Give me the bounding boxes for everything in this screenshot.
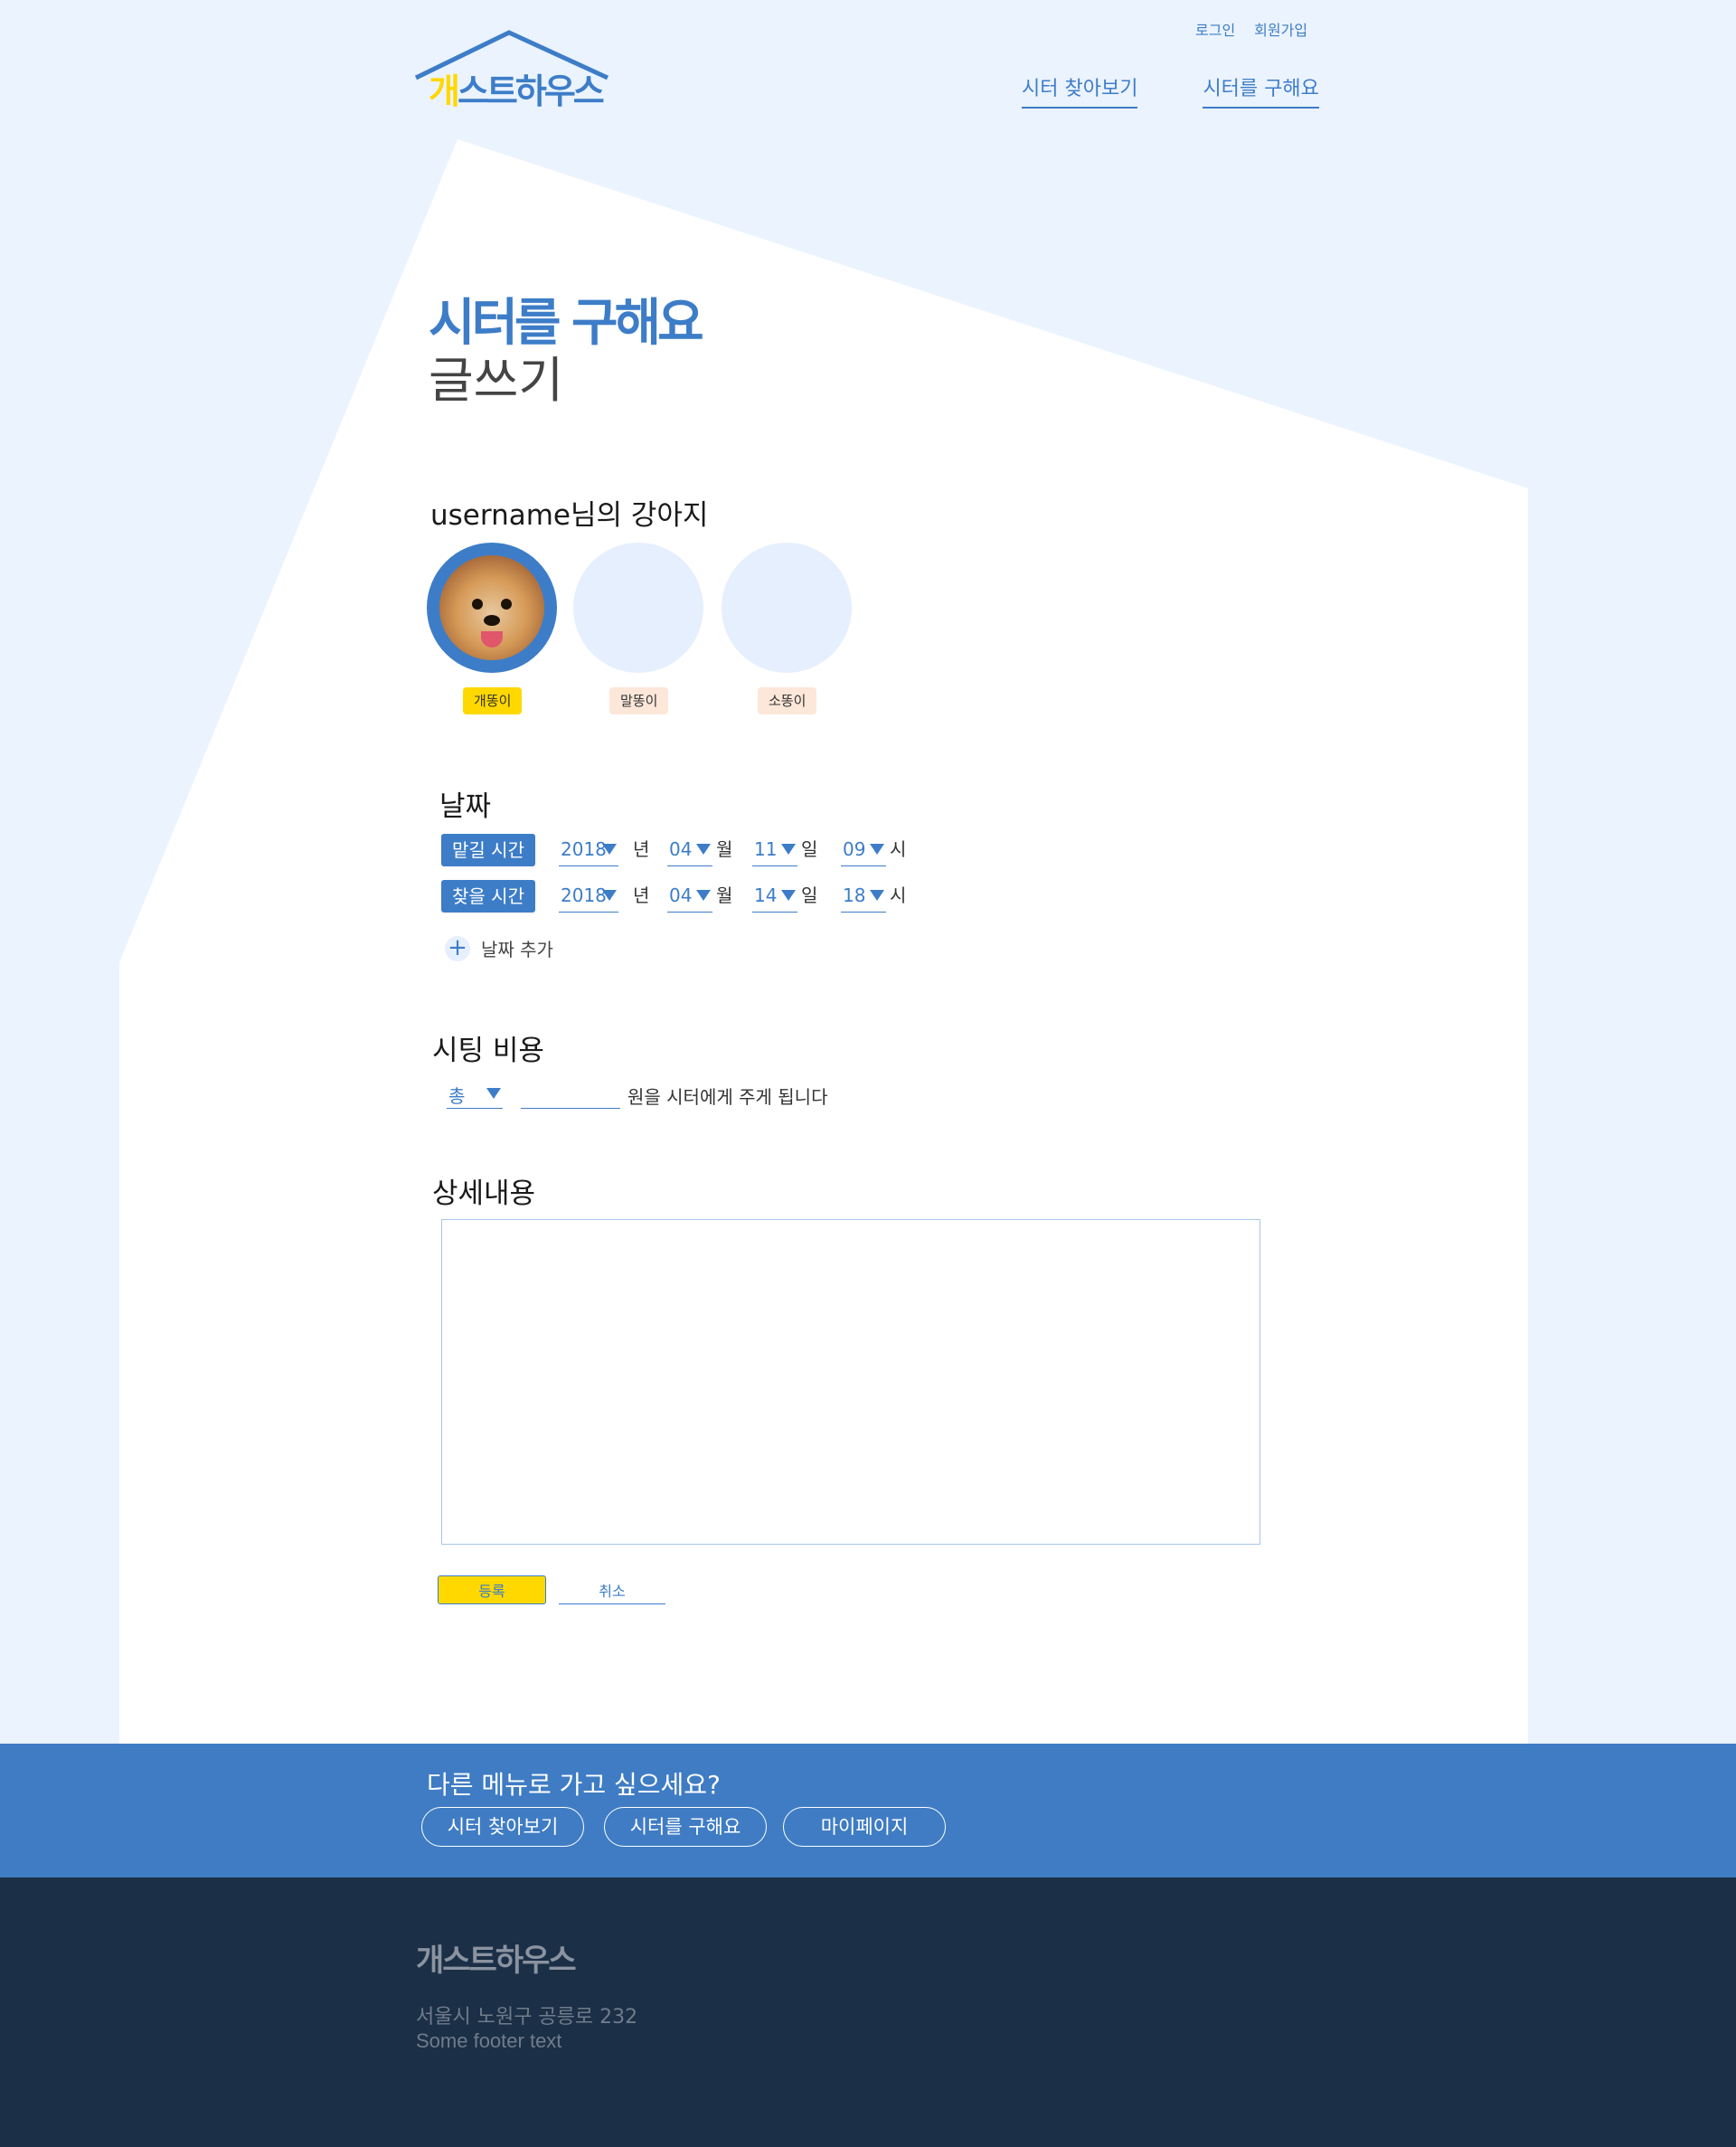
drop-off-time-label: 맡길 시간 bbox=[441, 834, 535, 866]
pomeranian-photo bbox=[439, 555, 544, 660]
drop-off-month-select[interactable]: 04 bbox=[667, 837, 712, 866]
login-link[interactable]: 로그인 bbox=[1195, 18, 1235, 40]
dropdown-arrow-icon bbox=[781, 844, 796, 855]
dropdown-arrow-icon bbox=[870, 844, 884, 855]
dog-name-badge-3[interactable]: 소똥이 bbox=[758, 687, 817, 714]
menu-find-sitter-button[interactable]: 시터 찾아보기 bbox=[421, 1807, 584, 1847]
logo-text-rest: 스트하우스 bbox=[457, 71, 605, 111]
footer: 개스트하우스 서울시 노원구 공릉로 232 Some footer text bbox=[0, 1877, 1736, 2147]
day-unit: 일 bbox=[801, 838, 818, 860]
pick-up-month-select[interactable]: 04 bbox=[667, 884, 712, 913]
other-menu-band: 다른 메뉴로 가고 싶으세요? 시터 찾아보기 시터를 구해요 마이페이지 bbox=[0, 1744, 1736, 1877]
pick-up-time-label: 찾을 시간 bbox=[441, 880, 535, 913]
pick-up-day-value: 14 bbox=[754, 884, 778, 906]
dog-avatar-2[interactable] bbox=[573, 543, 703, 673]
logo[interactable]: 개스트하우스 bbox=[412, 29, 611, 113]
footer-text: Some footer text bbox=[416, 2029, 562, 2052]
drop-off-year-select[interactable]: 2018 bbox=[559, 837, 618, 866]
main-nav: 시터 찾아보기 시터를 구해요 bbox=[1022, 72, 1319, 109]
drop-off-hour-value: 09 bbox=[843, 838, 866, 860]
cancel-button[interactable]: 취소 bbox=[559, 1575, 665, 1604]
plus-icon: + bbox=[445, 935, 470, 961]
month-unit: 월 bbox=[716, 884, 733, 906]
drop-off-hour-select[interactable]: 09 bbox=[841, 837, 886, 866]
pick-up-month-value: 04 bbox=[669, 884, 693, 906]
other-menu-question: 다른 메뉴로 가고 싶으세요? bbox=[427, 1770, 721, 1800]
pick-up-year-select[interactable]: 2018 bbox=[559, 884, 618, 913]
footer-address: 서울시 노원구 공릉로 232 bbox=[416, 2006, 638, 2029]
logo-text-first: 개 bbox=[429, 71, 460, 111]
drop-off-year-value: 2018 bbox=[561, 838, 607, 860]
dropdown-arrow-icon bbox=[602, 844, 617, 855]
month-unit: 월 bbox=[716, 838, 733, 860]
cost-type-select[interactable]: 총 bbox=[447, 1082, 503, 1109]
pick-up-hour-select[interactable]: 18 bbox=[841, 884, 886, 913]
detail-section-title: 상세내용 bbox=[432, 1178, 536, 1210]
dog-name-badge-2[interactable]: 말똥이 bbox=[609, 687, 669, 714]
dropdown-arrow-icon bbox=[486, 1088, 501, 1099]
drop-off-month-value: 04 bbox=[669, 838, 693, 860]
year-unit: 년 bbox=[633, 884, 650, 906]
detail-textarea[interactable] bbox=[441, 1219, 1260, 1545]
dropdown-arrow-icon bbox=[602, 890, 617, 901]
cost-amount-input[interactable] bbox=[521, 1082, 620, 1109]
pick-up-year-value: 2018 bbox=[561, 884, 607, 906]
cost-type-value: 총 bbox=[448, 1085, 466, 1107]
hour-unit: 시 bbox=[890, 884, 907, 906]
cost-section-title: 시팅 비용 bbox=[432, 1035, 544, 1067]
page-subtitle: 글쓰기 bbox=[429, 352, 564, 409]
dogs-section-title: username님의 강아지 bbox=[430, 499, 709, 532]
submit-button[interactable]: 등록 bbox=[438, 1575, 546, 1604]
year-unit: 년 bbox=[633, 838, 650, 860]
pick-up-day-select[interactable]: 14 bbox=[752, 884, 797, 913]
cost-suffix-text: 원을 시터에게 주게 됩니다 bbox=[627, 1086, 828, 1108]
dropdown-arrow-icon bbox=[781, 890, 796, 901]
drop-off-day-select[interactable]: 11 bbox=[752, 837, 797, 866]
add-date-button[interactable]: + 날짜 추가 bbox=[445, 935, 553, 961]
hour-unit: 시 bbox=[890, 838, 907, 860]
dog-avatar-1[interactable] bbox=[427, 543, 557, 673]
add-date-label: 날짜 추가 bbox=[481, 939, 553, 960]
pick-up-hour-value: 18 bbox=[843, 884, 866, 906]
date-section-title: 날짜 bbox=[439, 790, 492, 823]
dog-avatar-3[interactable] bbox=[722, 543, 852, 673]
day-unit: 일 bbox=[801, 884, 818, 906]
logo-text: 개스트하우스 bbox=[429, 63, 605, 113]
dog-name-badge-1[interactable]: 개똥이 bbox=[463, 687, 523, 714]
nav-find-sitter[interactable]: 시터 찾아보기 bbox=[1022, 72, 1138, 109]
drop-off-day-value: 11 bbox=[754, 838, 778, 860]
footer-logo: 개스트하우스 bbox=[416, 1943, 577, 1979]
dropdown-arrow-icon bbox=[870, 890, 884, 901]
menu-need-sitter-button[interactable]: 시터를 구해요 bbox=[604, 1807, 767, 1847]
top-links: 로그인 회원가입 bbox=[1195, 18, 1307, 40]
dropdown-arrow-icon bbox=[696, 890, 711, 901]
menu-mypage-button[interactable]: 마이페이지 bbox=[783, 1807, 946, 1847]
dropdown-arrow-icon bbox=[696, 844, 711, 855]
signup-link[interactable]: 회원가입 bbox=[1254, 18, 1307, 40]
nav-need-sitter[interactable]: 시터를 구해요 bbox=[1203, 72, 1319, 109]
